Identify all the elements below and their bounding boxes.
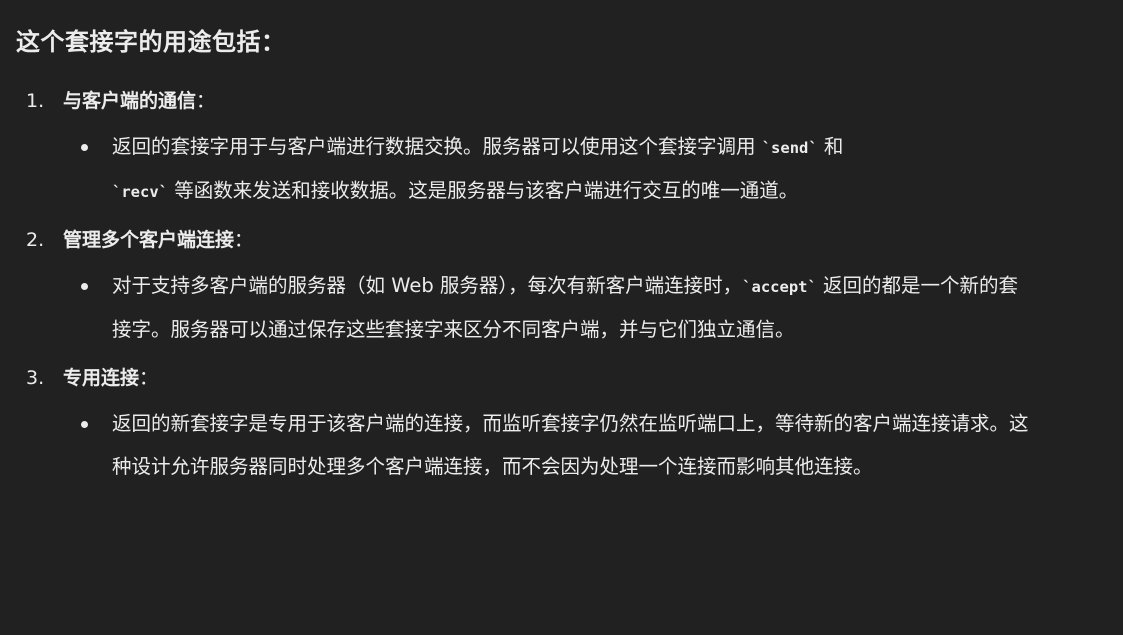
list-number: 3. xyxy=(26,367,45,389)
list-number: 2. xyxy=(26,229,45,251)
colon: ： xyxy=(234,229,254,251)
item-title: 专用连接 xyxy=(63,367,140,389)
bullet-item: 返回的套接字用于与客户端进行数据交换。服务器可以使用这个套接字调用 `send`… xyxy=(63,126,1032,213)
bullet-item: 对于支持多客户端的服务器（如 Web 服务器），每次有新客户端连接时，`acce… xyxy=(63,265,1032,351)
bullet-item: 返回的新套接字是专用于该客户端的连接，而监听套接字仍然在监听端口上，等待新的客户… xyxy=(63,403,1032,488)
numbered-list: 1. 与客户端的通信： 返回的套接字用于与客户端进行数据交换。服务器可以使用这个… xyxy=(16,80,1096,488)
text: 等函数来发送和接收数据。这是服务器与该客户端进行交互的唯一通道。 xyxy=(168,178,799,202)
text: 对于支持多客户端的服务器（如 Web 服务器），每次有新客户端连接时， xyxy=(112,274,743,297)
text: 返回的新套接字是专用于该客户端的连接，而监听套接字仍然在监听端口上，等待新的客户… xyxy=(112,412,1029,478)
colon: ： xyxy=(196,90,216,112)
bullet-dot-icon xyxy=(81,421,88,428)
item-title: 管理多个客户端连接 xyxy=(63,229,235,251)
inline-code: `recv` xyxy=(112,182,168,201)
list-item: 1. 与客户端的通信： 返回的套接字用于与客户端进行数据交换。服务器可以使用这个… xyxy=(16,80,1096,213)
inline-code: `send` xyxy=(761,139,818,157)
colon: ： xyxy=(139,367,159,389)
bullet-dot-icon xyxy=(81,144,88,151)
text: 返回的套接字用于与客户端进行数据交换。服务器可以使用这个套接字调用 xyxy=(112,135,762,158)
message-content: 这个套接字的用途包括： 1. 与客户端的通信： 返回的套接字用于与客户端进行数据… xyxy=(16,18,1096,494)
bullet-dot-icon xyxy=(81,283,88,290)
section-heading: 这个套接字的用途包括： xyxy=(16,28,286,56)
text: 和 xyxy=(817,135,844,158)
list-number: 1. xyxy=(26,90,45,112)
list-item: 2. 管理多个客户端连接： 对于支持多客户端的服务器（如 Web 服务器），每次… xyxy=(16,219,1096,351)
item-title: 与客户端的通信 xyxy=(63,90,197,112)
inline-code: `accept` xyxy=(742,278,817,296)
list-item: 3. 专用连接： 返回的新套接字是专用于该客户端的连接，而监听套接字仍然在监听端… xyxy=(16,357,1096,488)
